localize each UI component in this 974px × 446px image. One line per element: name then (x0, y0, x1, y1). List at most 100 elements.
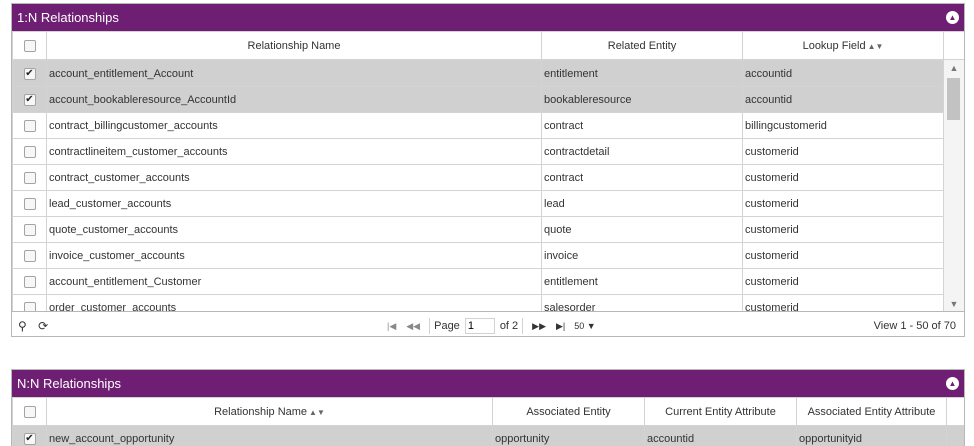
table-row[interactable]: lead_customer_accounts lead customerid (12, 190, 946, 217)
scroll-spacer-cell (946, 425, 964, 446)
row-checkbox-cell: ✔ (12, 425, 47, 446)
relationship-name-cell[interactable]: account_entitlement_Account (46, 60, 542, 87)
row-checkbox[interactable] (23, 145, 36, 158)
row-checkbox[interactable] (23, 119, 36, 132)
column-header-associated-entity-attribute[interactable]: Associated Entity Attribute (796, 397, 947, 426)
row-checkbox-cell (12, 190, 47, 217)
one-to-many-panel: 1:N Relationships ▲ Relationship Name Re… (11, 3, 965, 337)
many-to-many-header: N:N Relationships ▲ (12, 370, 964, 397)
row-checkbox[interactable] (23, 301, 36, 311)
associated-entity-cell[interactable]: opportunity (492, 425, 645, 446)
page-size-select[interactable]: 50 ▼ (574, 321, 595, 331)
lookup-field-cell[interactable]: customerid (742, 190, 946, 217)
collapse-icon[interactable]: ▲ (946, 377, 959, 390)
one-to-many-header-table: Relationship Name Related Entity Lookup … (12, 31, 964, 60)
relationship-name-cell[interactable]: account_entitlement_Customer (46, 268, 542, 295)
table-row[interactable]: quote_customer_accounts quote customerid (12, 216, 946, 243)
table-row[interactable]: ✔ account_bookableresource_AccountId booka… (12, 86, 946, 113)
related-entity-cell[interactable]: lead (541, 190, 743, 217)
relationship-name-cell[interactable]: contract_billingcustomer_accounts (46, 112, 542, 139)
relationship-name-cell[interactable]: order_customer_accounts (46, 294, 542, 311)
column-header-related-entity[interactable]: Related Entity (541, 31, 743, 60)
current-entity-attribute-cell[interactable]: accountid (644, 425, 797, 446)
row-checkbox-cell (12, 164, 47, 191)
row-checkbox[interactable] (23, 249, 36, 262)
related-entity-cell[interactable]: contractdetail (541, 138, 743, 165)
related-entity-cell[interactable]: bookableresource (541, 86, 743, 113)
row-checkbox[interactable]: ✔ (23, 432, 36, 445)
scrollbar-thumb[interactable] (947, 78, 960, 120)
lookup-field-cell[interactable]: customerid (742, 294, 946, 311)
table-row[interactable]: contract_billingcustomer_accounts contrac… (12, 112, 946, 139)
relationship-name-cell[interactable]: invoice_customer_accounts (46, 242, 542, 269)
select-all-checkbox[interactable] (23, 405, 36, 418)
scroll-down-icon[interactable]: ▼ (944, 299, 964, 309)
row-checkbox-cell (12, 242, 47, 269)
search-icon[interactable]: ⚲ (18, 319, 27, 333)
relationship-name-cell[interactable]: lead_customer_accounts (46, 190, 542, 217)
vertical-scrollbar[interactable]: ▲ ▼ (943, 60, 964, 311)
lookup-field-cell[interactable]: customerid (742, 268, 946, 295)
scroll-header-spacer (946, 397, 964, 426)
related-entity-cell[interactable]: invoice (541, 242, 743, 269)
collapse-icon[interactable]: ▲ (946, 11, 959, 24)
row-checkbox[interactable]: ✔ (23, 93, 36, 106)
last-page-icon[interactable]: ▶| (556, 321, 565, 332)
lookup-field-cell[interactable]: customerid (742, 216, 946, 243)
column-header-lookup-field[interactable]: Lookup Field ▲▼ (742, 31, 944, 60)
one-to-many-rows: ✔ account_entitlement_Account entitlement a… (12, 60, 946, 311)
related-entity-cell[interactable]: contract (541, 164, 743, 191)
related-entity-cell[interactable]: contract (541, 112, 743, 139)
associated-entity-attribute-cell[interactable]: opportunityid (796, 425, 947, 446)
lookup-field-cell[interactable]: accountid (742, 60, 946, 87)
sort-icon: ▲▼ (309, 407, 325, 417)
relationship-name-cell[interactable]: contract_customer_accounts (46, 164, 542, 191)
table-row[interactable]: contract_customer_accounts contract custom… (12, 164, 946, 191)
row-checkbox[interactable] (23, 275, 36, 288)
lookup-field-cell[interactable]: billingcustomerid (742, 112, 946, 139)
scroll-up-icon[interactable]: ▲ (944, 63, 964, 73)
row-checkbox[interactable] (23, 197, 36, 210)
column-header-relationship-name[interactable]: Relationship Name ▲▼ (46, 397, 493, 426)
refresh-icon[interactable]: ⟳ (38, 319, 48, 333)
row-checkbox-cell (12, 112, 47, 139)
first-page-icon[interactable]: |◀ (387, 321, 396, 332)
table-row[interactable]: ✔ new_account_opportunity opportunity accou… (12, 425, 964, 446)
lookup-field-cell[interactable]: customerid (742, 242, 946, 269)
many-to-many-table: Relationship Name ▲▼ Associated Entity Cu… (12, 397, 964, 446)
table-row[interactable]: invoice_customer_accounts invoice customer… (12, 242, 946, 269)
page-input[interactable] (464, 318, 495, 334)
one-to-many-title: 1:N Relationships (17, 10, 119, 25)
row-checkbox[interactable] (23, 223, 36, 236)
table-row[interactable]: contractlineitem_customer_accounts contra… (12, 138, 946, 165)
lookup-field-cell[interactable]: accountid (742, 86, 946, 113)
table-row[interactable]: ✔ account_entitlement_Account entitlement a… (12, 60, 946, 87)
related-entity-cell[interactable]: entitlement (541, 268, 743, 295)
row-checkbox-cell (12, 216, 47, 243)
table-row[interactable]: order_customer_accounts salesorder custome… (12, 294, 946, 311)
column-header-associated-entity[interactable]: Associated Entity (492, 397, 645, 426)
pager-separator (522, 318, 524, 334)
next-page-icon[interactable]: ▶▶ (532, 321, 546, 332)
one-to-many-header: 1:N Relationships ▲ (12, 4, 964, 31)
relationship-name-cell[interactable]: account_bookableresource_AccountId (46, 86, 542, 113)
pager: ⚲ ⟳ |◀ ◀◀ Page of 2 ▶▶ ▶| 50 ▼ View 1 - … (12, 312, 964, 336)
column-header-relationship-name[interactable]: Relationship Name (46, 31, 542, 60)
related-entity-cell[interactable]: entitlement (541, 60, 743, 87)
lookup-field-cell[interactable]: customerid (742, 164, 946, 191)
select-all-checkbox[interactable] (23, 39, 36, 52)
relationship-name-cell[interactable]: contractlineitem_customer_accounts (46, 138, 542, 165)
row-checkbox[interactable]: ✔ (23, 67, 36, 80)
prev-page-icon[interactable]: ◀◀ (406, 321, 420, 332)
table-row[interactable]: account_entitlement_Customer entitlement c… (12, 268, 946, 295)
many-to-many-panel: N:N Relationships ▲ Relationship Name ▲▼ … (11, 369, 965, 446)
row-checkbox[interactable] (23, 171, 36, 184)
lookup-field-cell[interactable]: customerid (742, 138, 946, 165)
column-header-current-entity-attribute[interactable]: Current Entity Attribute (644, 397, 797, 426)
related-entity-cell[interactable]: quote (541, 216, 743, 243)
relationship-name-cell[interactable]: new_account_opportunity (46, 425, 493, 446)
sort-icon: ▲▼ (867, 41, 884, 51)
row-checkbox-cell (12, 138, 47, 165)
relationship-name-cell[interactable]: quote_customer_accounts (46, 216, 542, 243)
related-entity-cell[interactable]: salesorder (541, 294, 743, 311)
